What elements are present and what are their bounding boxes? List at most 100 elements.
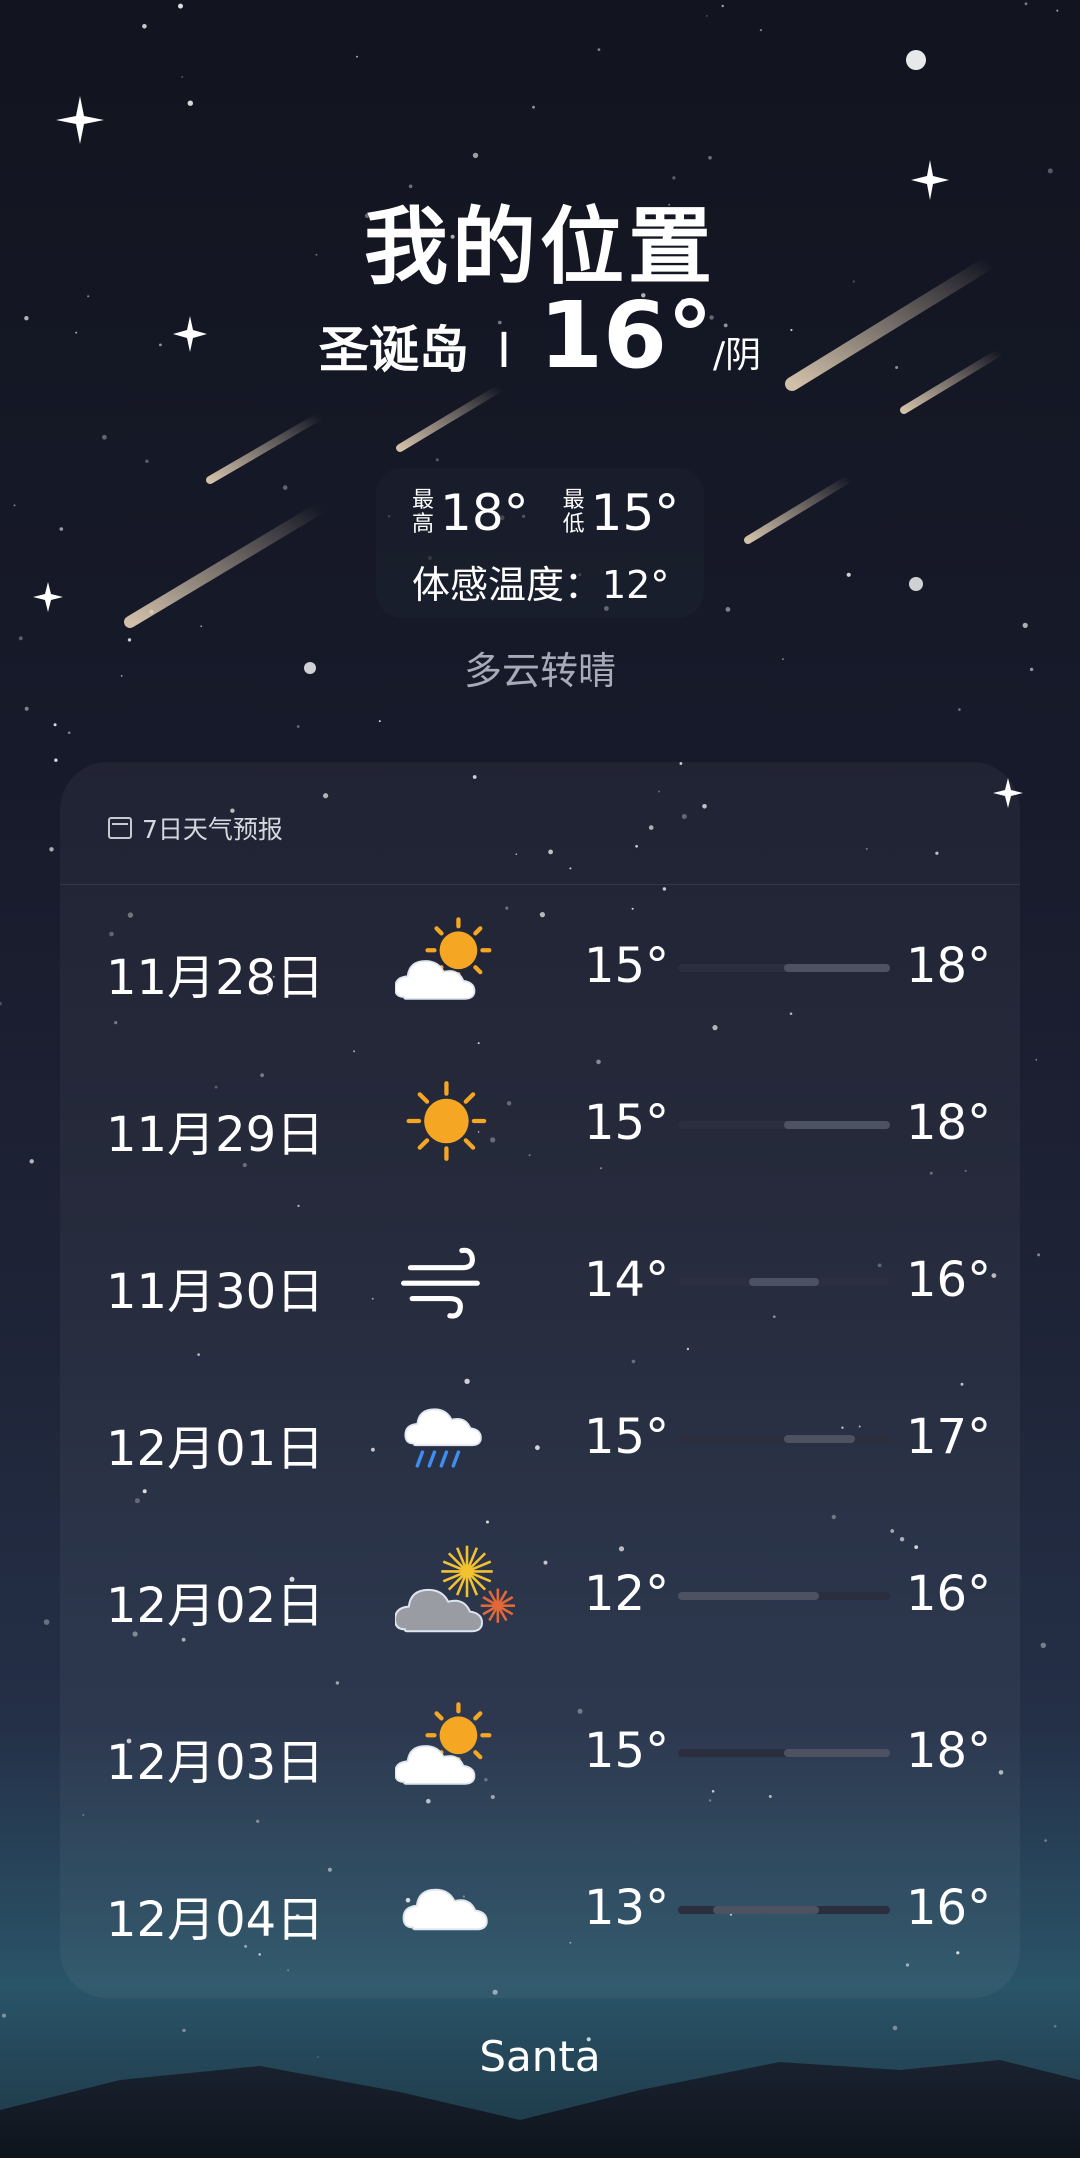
forecast-low: 15° <box>584 1409 670 1465</box>
forecast-low: 15° <box>584 1095 670 1151</box>
temperature-range-bar <box>678 1435 890 1443</box>
star <box>43 1619 50 1625</box>
high-label: 最 高 <box>412 489 434 537</box>
star <box>187 100 193 106</box>
star <box>59 527 64 531</box>
star <box>846 572 851 577</box>
weather-description: 多云转晴 <box>463 649 616 693</box>
high-temperature: 18° <box>440 484 529 542</box>
star <box>54 758 58 762</box>
high-label-top: 最 <box>412 488 435 513</box>
low-label-bottom: 低 <box>562 512 585 537</box>
separator: I <box>496 323 511 379</box>
forecast-date: 12月03日 <box>106 1735 325 1791</box>
current-temperature: 16° <box>538 282 714 389</box>
low-label: 最 低 <box>563 489 585 537</box>
wind-lines <box>401 1247 480 1319</box>
star <box>142 24 147 29</box>
partly-cloudy-icon <box>395 917 492 1000</box>
temperature-range-bar <box>678 1121 890 1129</box>
forecast-date: 11月28日 <box>106 950 325 1006</box>
current-condition: /阴 <box>713 335 762 376</box>
star <box>356 55 358 58</box>
current-conditions: 圣诞岛 I 16° /阴 <box>0 290 1080 382</box>
star <box>2 2013 6 2018</box>
temperature-range-bar <box>678 1278 890 1286</box>
star <box>49 847 54 852</box>
star <box>102 434 107 440</box>
windy-icon <box>401 1247 480 1319</box>
calendar-icon <box>108 817 132 839</box>
temperature-range-fill <box>678 1592 820 1600</box>
forecast-row[interactable]: 11月28日 15° 18° <box>60 884 1020 1040</box>
star <box>1053 2025 1057 2028</box>
star <box>282 485 288 490</box>
star <box>145 459 149 463</box>
temperature-range-fill <box>784 1749 890 1757</box>
sun <box>406 1081 487 1161</box>
fireworks-cloud-icon <box>395 1545 515 1633</box>
low-label-top: 最 <box>562 488 585 513</box>
cloud <box>402 1888 488 1931</box>
sunny-icon <box>406 1081 487 1161</box>
forecast-date: 12月04日 <box>106 1892 325 1948</box>
star <box>296 725 300 728</box>
forecast-low: 12° <box>584 1566 670 1622</box>
star <box>1037 1253 1041 1257</box>
star <box>1044 1839 1047 1842</box>
forecast-high: 16° <box>906 1566 992 1622</box>
forecast-row[interactable]: 12月02日 12° 16° <box>60 1512 1020 1668</box>
temperature-range-bar <box>678 964 890 972</box>
star <box>1040 1642 1047 1649</box>
temperature-range-fill <box>784 1435 855 1443</box>
star <box>1035 1058 1038 1061</box>
cloud <box>395 1588 483 1633</box>
forecast-date: 11月30日 <box>106 1264 325 1320</box>
forecast-high: 18° <box>906 938 992 994</box>
star <box>24 706 29 711</box>
forecast-low: 15° <box>584 1723 670 1779</box>
forecast-date: 12月02日 <box>106 1578 325 1634</box>
cloud <box>404 1408 482 1447</box>
star <box>13 504 16 507</box>
star <box>1047 168 1053 174</box>
temperature-range-fill <box>748 1278 820 1286</box>
forecast-row[interactable]: 12月03日 15° 18° <box>60 1669 1020 1825</box>
forecast-row[interactable]: 11月29日 15° 18° <box>60 1041 1020 1197</box>
forecast-row[interactable]: 11月30日 14° 16° <box>60 1198 1020 1354</box>
forecast-low: 15° <box>584 938 670 994</box>
star <box>892 2025 898 2031</box>
low-temperature: 15° <box>590 484 680 542</box>
forecast-row[interactable]: 12月04日 13° 16° <box>60 1826 1020 1982</box>
partly-cloudy-icon <box>395 1702 492 1785</box>
forecast-row[interactable]: 12月01日 15° 17° <box>60 1355 1020 1511</box>
rain-icon <box>404 1408 482 1468</box>
temperature-range-bar <box>678 1906 890 1914</box>
star <box>378 720 381 723</box>
forecast-date: 11月29日 <box>106 1107 325 1163</box>
forecast-low: 14° <box>584 1252 670 1308</box>
forecast-high: 17° <box>906 1409 992 1465</box>
forecast-low: 13° <box>584 1880 670 1936</box>
location-name: 圣诞岛 <box>318 321 469 379</box>
star <box>1022 622 1028 629</box>
star <box>706 15 708 17</box>
forecast-date: 12月01日 <box>106 1421 325 1477</box>
star <box>597 48 601 51</box>
star <box>29 1159 34 1164</box>
raindrops <box>415 1450 461 1468</box>
forecast-high: 18° <box>906 1723 992 1779</box>
forecast-card[interactable]: 7日天气预报 11月28日 15° 18° 11月29日 15° 18° 11月30… <box>60 762 1020 1998</box>
cloudy-icon <box>402 1888 488 1931</box>
star <box>181 76 184 78</box>
forecast-title: 7日天气预报 <box>142 815 283 844</box>
high-low-panel: 最 高 18° 最 低 15° 体感温度：12° <box>376 468 704 618</box>
star <box>1024 2 1028 6</box>
forecast-high: 16° <box>906 1880 992 1936</box>
footer-signature: Santa <box>479 2032 601 2081</box>
feels-like: 体感温度：12° <box>412 563 670 607</box>
star <box>759 29 763 32</box>
star <box>0 1001 2 1006</box>
star <box>532 105 535 109</box>
temperature-range-fill <box>784 1121 890 1129</box>
